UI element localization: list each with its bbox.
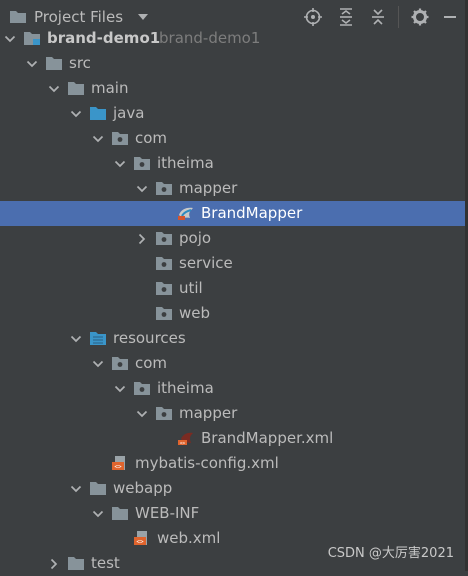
mybatis-xml-icon: <> [178,432,193,445]
tree-node-mapper[interactable]: mapper [0,176,468,201]
chevron-down-icon[interactable] [70,108,82,120]
tree-node-label: web.xml [157,529,221,547]
tree-node-label: pojo [179,229,212,247]
chevron-right-icon[interactable] [136,233,148,245]
view-title[interactable]: Project Files [34,8,123,26]
xml-file-icon: <> [134,531,147,546]
folder-icon [112,507,128,520]
chevron-down-icon[interactable] [136,183,148,195]
module-name-hint: brand-demo1 [159,29,261,47]
tree-node-brandmapper-xml[interactable]: <> BrandMapper.xml [0,426,468,451]
tree-node-label: BrandMapper.xml [201,429,334,447]
tree-node-web-inf[interactable]: WEB-INF [0,501,468,526]
chevron-down-icon[interactable] [114,158,126,170]
tree-node-label: WEB-INF [135,504,200,522]
folder-icon [10,11,26,23]
tree-node-label: test [91,554,120,572]
resources-folder-icon [90,332,106,345]
hide-icon[interactable] [441,8,459,26]
tree-node-com[interactable]: com [0,126,468,151]
locate-icon[interactable] [304,8,322,26]
folder-icon [68,82,84,95]
chevron-down-icon[interactable] [70,483,82,495]
package-icon [156,232,172,245]
tree-node-itheima[interactable]: itheima [0,151,468,176]
package-icon [156,257,172,270]
tree-node-label: java [113,104,145,122]
package-icon [134,382,150,395]
svg-text:<>: <> [180,441,186,445]
gear-icon[interactable] [411,8,429,26]
tree-node-label: mapper [179,404,238,422]
tree-node-pojo[interactable]: pojo [0,226,468,251]
folder-icon [46,57,62,70]
chevron-down-icon[interactable] [114,383,126,395]
tree-node-web[interactable]: web [0,301,468,326]
toolbar-separator [398,6,399,28]
xml-file-icon: <> [112,456,125,471]
chevron-down-icon[interactable] [70,333,82,345]
mybatis-mapper-icon [178,207,193,220]
tree-node-label: util [179,279,203,297]
package-icon [112,357,128,370]
tree-node-mybatis-config-xml[interactable]: <> mybatis-config.xml [0,451,468,476]
package-icon [156,182,172,195]
chevron-down-icon[interactable] [48,83,60,95]
package-icon [156,282,172,295]
tree-node-label: mapper [179,179,238,197]
tree-node-label: web [179,304,211,322]
tree-node-label: itheima [157,154,214,172]
source-folder-icon [90,107,106,120]
package-icon [134,157,150,170]
tree-node-label: mybatis-config.xml [135,454,279,472]
tree-node-label: itheima [157,379,214,397]
package-icon [156,307,172,320]
tree-node-com[interactable]: com [0,351,468,376]
chevron-down-icon[interactable] [137,13,149,21]
tree-node-label: brand-demo1 [47,29,161,47]
tree-node-label: webapp [113,479,173,497]
collapse-all-icon[interactable] [369,8,387,26]
chevron-down-icon[interactable] [92,133,104,145]
tree-node-src[interactable]: src [0,51,468,76]
package-icon [112,132,128,145]
tree-node-java[interactable]: java [0,101,468,126]
tree-node-label: com [135,129,168,147]
tree-node-brand-demo1[interactable]: brand-demo1 brand-demo1 [0,26,468,51]
module-folder-icon [24,32,40,45]
folder-icon [90,482,106,495]
tree-node-label: BrandMapper [201,204,303,222]
chevron-down-icon[interactable] [4,33,16,45]
watermark: CSDN @大厉害2021 [327,546,454,561]
folder-icon [68,557,84,570]
tree-node-resources[interactable]: resources [0,326,468,351]
tree-node-label: service [179,254,233,272]
chevron-down-icon[interactable] [26,58,38,70]
chevron-down-icon[interactable] [92,358,104,370]
svg-text:<>: <> [114,464,122,471]
svg-text:<>: <> [136,539,144,546]
package-icon [156,407,172,420]
chevron-right-icon[interactable] [48,558,60,570]
tree-node-webapp[interactable]: webapp [0,476,468,501]
tree-node-label: resources [113,329,186,347]
expand-all-icon[interactable] [337,8,355,26]
tree-node-label: main [91,79,129,97]
tree-node-util[interactable]: util [0,276,468,301]
tree-node-main[interactable]: main [0,76,468,101]
tree-node-service[interactable]: service [0,251,468,276]
tree-node-brandmapper[interactable]: BrandMapper [0,201,468,226]
tree-node-itheima[interactable]: itheima [0,376,468,401]
chevron-down-icon[interactable] [136,408,148,420]
tree-node-label: com [135,354,168,372]
tree-node-mapper[interactable]: mapper [0,401,468,426]
chevron-down-icon[interactable] [92,508,104,520]
tree-node-label: src [69,54,91,72]
